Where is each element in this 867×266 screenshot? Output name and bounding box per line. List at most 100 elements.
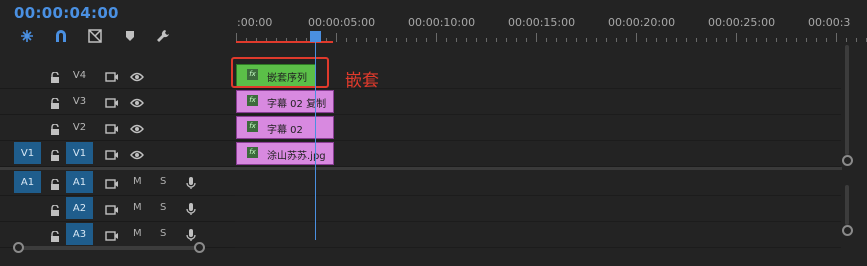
ruler-tick [536,33,537,42]
wrench-icon[interactable] [155,28,171,44]
source-patch-v1[interactable]: V1 [14,142,41,164]
mute-button[interactable]: M [133,202,142,213]
sync-lock-icon[interactable] [105,201,119,220]
track-name[interactable]: V3 [66,90,93,112]
lock-icon[interactable] [50,95,60,109]
ruler-tick [736,33,737,42]
track-header-v3: V3 [0,89,235,115]
lock-icon[interactable] [50,121,60,135]
ruler-tick [706,38,707,42]
fx-badge-icon: fx [247,147,258,158]
linked-selection-icon[interactable] [53,28,69,44]
ruler-tick [616,38,617,42]
ruler-tick [526,38,527,42]
ruler-tick [846,38,847,42]
solo-button[interactable]: S [160,228,166,239]
lock-icon[interactable] [50,228,60,242]
track-name[interactable]: V2 [66,116,93,138]
horizontal-scroll-handle-right[interactable] [194,242,205,253]
sync-lock-icon[interactable] [105,94,119,113]
ruler-tick [436,33,437,42]
track-name[interactable]: A3 [66,223,93,245]
ruler-tick [766,38,767,42]
playhead-handle[interactable] [310,31,321,42]
ruler-tick [726,38,727,42]
track-lane-a2[interactable] [235,196,841,222]
sync-lock-icon[interactable] [105,146,119,165]
ruler-tick [476,38,477,42]
track-header-a2: A2 M S [0,196,235,222]
vertical-scrollbar-video[interactable] [845,45,849,155]
eye-icon[interactable] [130,146,144,165]
ruler-tick [636,33,637,42]
add-marker-icon[interactable] [87,28,103,44]
track-name[interactable]: A2 [66,197,93,219]
eye-icon[interactable] [130,120,144,139]
lock-icon[interactable] [50,147,60,161]
ruler-tick [746,38,747,42]
ruler-tick [646,38,647,42]
track-name[interactable]: A1 [66,171,93,193]
sync-lock-icon[interactable] [105,120,119,139]
source-patch-a1[interactable]: A1 [14,171,41,193]
ruler-tick [686,38,687,42]
ruler-tick [676,38,677,42]
ruler-tick-label: 00:00:05:00 [308,16,376,29]
ruler-tick [416,38,417,42]
ruler-tick [346,38,347,42]
ruler-tick [546,38,547,42]
playhead-line[interactable] [315,40,316,240]
vertical-scroll-handle[interactable] [842,225,853,236]
clip-label: 字幕 02 [267,125,303,136]
mute-button[interactable]: M [133,228,142,239]
ruler-tick [456,38,457,42]
clip-subtitle-copy[interactable]: fx 字幕 02 复制 [236,90,334,113]
sync-lock-icon[interactable] [105,175,119,194]
horizontal-scrollbar[interactable] [20,246,198,250]
lock-icon[interactable] [50,202,60,216]
horizontal-scroll-handle-left[interactable] [13,242,24,253]
microphone-icon[interactable] [186,175,196,194]
vertical-scrollbar-audio[interactable] [845,185,849,225]
snap-icon[interactable] [19,28,35,44]
ruler-tick [466,38,467,42]
track-name[interactable]: V1 [66,142,93,164]
ruler-tick [776,38,777,42]
ruler-tick [556,38,557,42]
ruler-tick [856,38,857,42]
clip-label: 字幕 02 复制 [267,99,327,110]
clip-subtitle[interactable]: fx 字幕 02 [236,116,334,139]
ruler-tick [806,38,807,42]
microphone-icon[interactable] [186,201,196,220]
eye-icon[interactable] [130,94,144,113]
track-lane-a1[interactable] [235,170,841,196]
sync-lock-icon[interactable] [105,68,119,87]
lock-icon[interactable] [50,176,60,190]
mute-button[interactable]: M [133,176,142,187]
timecode-display[interactable]: 00:00:04:00 [14,4,119,22]
ruler-tick-label: 00:00:15:00 [508,16,576,29]
ruler-tick [826,38,827,42]
ruler-tick [496,38,497,42]
ruler-tick [506,38,507,42]
marker-icon[interactable] [122,28,138,44]
ruler-tick [366,38,367,42]
lock-icon[interactable] [50,69,60,83]
solo-button[interactable]: S [160,176,166,187]
ruler-tick [446,38,447,42]
track-lane-a3[interactable] [235,222,841,248]
ruler-tick [796,38,797,42]
solo-button[interactable]: S [160,202,166,213]
ruler-tick [576,38,577,42]
ruler-tick [406,38,407,42]
vertical-scroll-handle[interactable] [842,155,853,166]
ruler-tick [836,33,837,42]
sync-lock-icon[interactable] [105,227,119,246]
ruler-tick [386,38,387,42]
eye-icon[interactable] [130,68,144,87]
ruler-tick [566,38,567,42]
track-name[interactable]: V4 [66,64,93,86]
ruler-tick [626,38,627,42]
clip-image[interactable]: fx 涂山苏苏.jpg [236,142,334,165]
track-header-v1: V1 V1 [0,141,235,167]
